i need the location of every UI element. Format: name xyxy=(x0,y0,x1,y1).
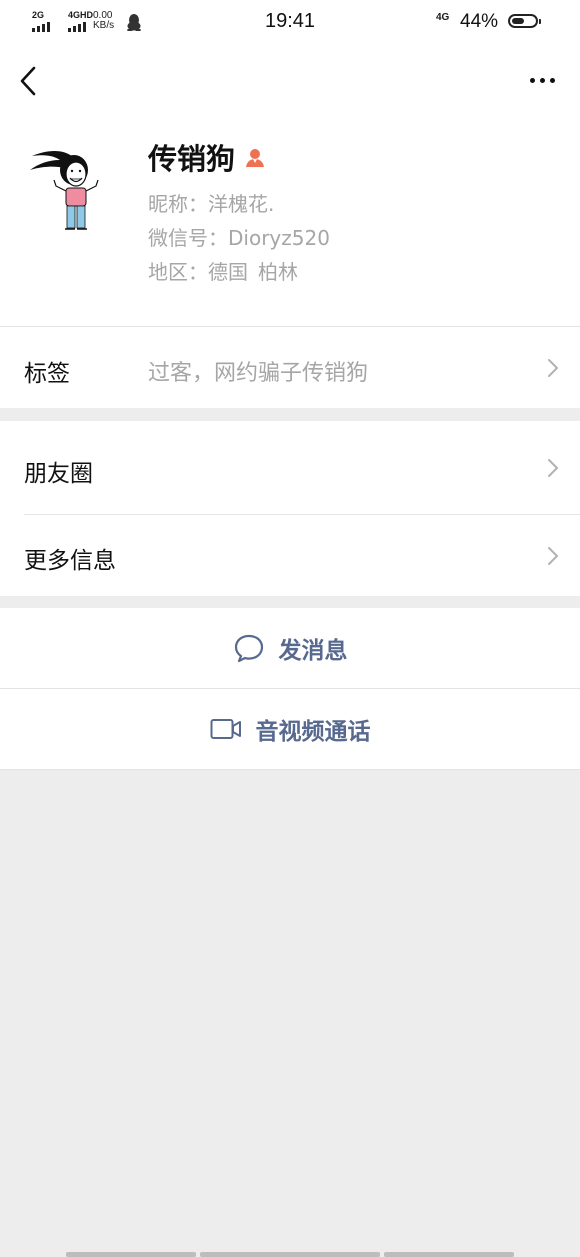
profile-header: 传销狗 昵称：洋槐花. 微信号：Dioryz520 地区：德国 柏林 xyxy=(0,116,580,327)
nav-bar xyxy=(0,46,580,116)
chevron-right-icon xyxy=(548,359,558,377)
contact-name: 传销狗 xyxy=(148,136,267,178)
contact-name-text: 传销狗 xyxy=(148,142,236,176)
moments-label: 朋友圈 xyxy=(24,461,93,487)
send-message-label: 发消息 xyxy=(278,638,348,664)
nav-indicator-bar xyxy=(384,1252,514,1257)
dot-icon xyxy=(539,77,545,83)
chevron-right-icon xyxy=(548,547,558,565)
more-info-row[interactable]: 更多信息 xyxy=(0,515,580,596)
tags-value: 过客，网约骗子传销狗 xyxy=(148,361,369,386)
back-arrow-icon[interactable] xyxy=(14,64,44,98)
chevron-right-icon xyxy=(548,459,558,477)
battery-percent: 44% xyxy=(460,11,499,32)
contact-profile-screen: 2G 4GHD 0.00 KB/s 19:41 4G 44% 传销狗 昵称：洋槐… xyxy=(0,0,580,1257)
network-4g-icon: 4G xyxy=(436,12,450,23)
tags-label: 标签 xyxy=(24,361,70,387)
nav-indicator-bar xyxy=(200,1252,380,1257)
dot-icon xyxy=(549,77,555,83)
more-options-button[interactable] xyxy=(526,70,558,90)
dot-icon xyxy=(529,77,535,83)
divider xyxy=(0,769,580,770)
wechat-id: 微信号：Dioryz520 xyxy=(148,226,330,250)
gender-female-icon xyxy=(246,149,265,167)
moments-row[interactable]: 朋友圈 xyxy=(0,421,580,515)
nickname: 昵称：洋槐花. xyxy=(148,192,275,216)
region-city: 柏林 xyxy=(258,260,298,284)
chat-bubble-icon xyxy=(234,634,263,663)
send-message-button[interactable]: 发消息 xyxy=(0,608,580,688)
battery-icon xyxy=(508,14,541,28)
video-camera-icon xyxy=(210,719,241,739)
tags-row[interactable]: 标签 过客，网约骗子传销狗 xyxy=(0,327,580,408)
nav-indicator-bar xyxy=(66,1252,196,1257)
video-call-label: 音视频通话 xyxy=(255,719,371,745)
avatar[interactable] xyxy=(24,138,124,238)
region: 地区：德国 柏林 xyxy=(148,256,298,285)
status-bar: 2G 4GHD 0.00 KB/s 19:41 4G 44% xyxy=(0,0,580,46)
more-info-label: 更多信息 xyxy=(24,548,116,574)
video-call-button[interactable]: 音视频通话 xyxy=(0,689,580,769)
region-country: 地区：德国 xyxy=(148,260,248,284)
